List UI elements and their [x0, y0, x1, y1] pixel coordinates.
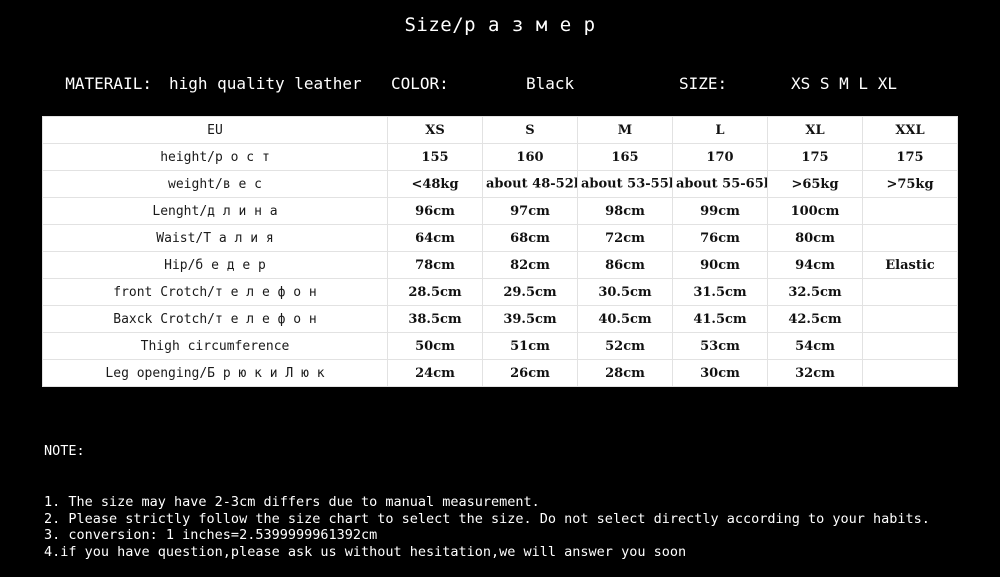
column-header-l: L	[672, 116, 768, 144]
row-label: Leg openging/Б р ю к и Л ю к	[42, 359, 388, 387]
note-line: 2. Please strictly follow the size chart…	[44, 510, 930, 527]
cell-xl: 42.5cm	[767, 305, 863, 333]
table-row: Hip/б е д е р 78cm 82cm 86cm 90cm 94cm Elastic	[42, 251, 958, 279]
cell-m: 165	[577, 143, 673, 171]
cell-xs: 28.5cm	[387, 278, 483, 306]
row-label: Lenght/д л и н а	[42, 197, 388, 225]
cell-s: 26cm	[482, 359, 578, 387]
cell-m: 28cm	[577, 359, 673, 387]
cell-l: about 55-65kg	[672, 170, 768, 198]
cell-xxl	[862, 278, 958, 306]
table-row: weight/в е с<48kgabout 48-52kgabout 53-5…	[42, 170, 958, 198]
column-header-xl: XL	[767, 116, 863, 144]
row-label: Baxck Crotch/т е л е ф о н	[42, 305, 388, 333]
table-row: Leg openging/Б р ю к и Л ю к 24cm 26cm 28cm…	[42, 359, 958, 387]
cell-l: 41.5cm	[672, 305, 768, 333]
cell-s: 97cm	[482, 197, 578, 225]
table-row: Lenght/д л и н а 96cm 97cm 98cm 99cm 100cm	[42, 197, 958, 225]
cell-m: about 53-55kg	[577, 170, 673, 198]
row-label: height/р о с т	[42, 143, 388, 171]
material-label: MATERAIL:	[65, 74, 152, 93]
column-header-s: S	[482, 116, 578, 144]
cell-xs: 64cm	[387, 224, 483, 252]
cell-s: 51cm	[482, 332, 578, 360]
color-label: COLOR:	[391, 74, 449, 93]
cell-xs: 24cm	[387, 359, 483, 387]
table-row: front Crotch/т е л е ф о н 28.5cm 29.5cm 30…	[42, 278, 958, 306]
cell-s: 39.5cm	[482, 305, 578, 333]
cell-s: 160	[482, 143, 578, 171]
cell-xs: 78cm	[387, 251, 483, 279]
table-row: Waist/Т а л и я 64cm 68cm 72cm 76cm 80cm	[42, 224, 958, 252]
cell-xs: 38.5cm	[387, 305, 483, 333]
material-value: high quality leather	[169, 74, 362, 93]
cell-xl: 94cm	[767, 251, 863, 279]
cell-l: 99cm	[672, 197, 768, 225]
cell-xxl	[862, 305, 958, 333]
cell-xl: 32.5cm	[767, 278, 863, 306]
cell-l: 90cm	[672, 251, 768, 279]
cell-xl: 100cm	[767, 197, 863, 225]
table-row: Thigh circumference 50cm 51cm 52cm 53cm 54cm	[42, 332, 958, 360]
row-label: Thigh circumference	[42, 332, 388, 360]
cell-m: 40.5cm	[577, 305, 673, 333]
cell-xl: 32cm	[767, 359, 863, 387]
cell-xs: 50cm	[387, 332, 483, 360]
note-line: 4.if you have question,please ask us wit…	[44, 543, 687, 560]
cell-xxl	[862, 332, 958, 360]
cell-s: 29.5cm	[482, 278, 578, 306]
cell-l: 53cm	[672, 332, 768, 360]
note-line: 1. The size may have 2-3cm differs due t…	[44, 493, 540, 510]
cell-xl: 175	[767, 143, 863, 171]
column-header-m: M	[577, 116, 673, 144]
cell-l: 30cm	[672, 359, 768, 387]
size-label: SIZE:	[679, 74, 728, 93]
cell-xl: >65kg	[767, 170, 863, 198]
column-header-region: EU	[42, 116, 388, 144]
cell-xxl: Elastic	[862, 251, 958, 279]
cell-m: 86cm	[577, 251, 673, 279]
cell-l: 31.5cm	[672, 278, 768, 306]
note-line: 3. conversion: 1 inches=2.5399999961392c…	[44, 527, 378, 544]
cell-xxl	[862, 359, 958, 387]
cell-m: 52cm	[577, 332, 673, 360]
table-header-row: EU XS S M L XL XXL	[42, 116, 958, 144]
cell-l: 76cm	[672, 224, 768, 252]
cell-xxl: >75kg	[862, 170, 958, 198]
cell-xs: 96cm	[387, 197, 483, 225]
cell-xl: 54cm	[767, 332, 863, 360]
row-label: front Crotch/т е л е ф о н	[42, 278, 388, 306]
cell-s: 68cm	[482, 224, 578, 252]
cell-m: 72cm	[577, 224, 673, 252]
row-label: Hip/б е д е р	[42, 251, 388, 279]
notes-heading: NOTE:	[44, 443, 85, 460]
row-label: weight/в е с	[42, 170, 388, 198]
cell-xxl	[862, 224, 958, 252]
column-header-xxl: XXL	[862, 116, 958, 144]
size-chart-table: EU XS S M L XL XXL height/р о с т 155 160 165 170 17…	[42, 116, 958, 387]
row-label: Waist/Т а л и я	[42, 224, 388, 252]
cell-s: about 48-52kg	[482, 170, 578, 198]
color-value: Black	[526, 74, 575, 93]
table-row: Baxck Crotch/т е л е ф о н 38.5cm 39.5cm 40…	[42, 305, 958, 333]
cell-xxl	[862, 197, 958, 225]
cell-xxl: 175	[862, 143, 958, 171]
cell-m: 98cm	[577, 197, 673, 225]
product-spec-line: MATERAIL: high quality leather COLOR: Bl…	[46, 74, 966, 98]
table-row: height/р о с т 155 160 165 170 175 175	[42, 143, 958, 171]
cell-xs: 155	[387, 143, 483, 171]
cell-s: 82cm	[482, 251, 578, 279]
page-title: Size/р а з м е р	[404, 14, 596, 36]
cell-m: 30.5cm	[577, 278, 673, 306]
notes-block: NOTE: 1. The size may have 2-3cm differs…	[44, 410, 974, 577]
cell-xs: <48kg	[387, 170, 483, 198]
column-header-xs: XS	[387, 116, 483, 144]
cell-xl: 80cm	[767, 224, 863, 252]
cell-l: 170	[672, 143, 768, 171]
size-value: XS S M L XL	[791, 74, 897, 93]
